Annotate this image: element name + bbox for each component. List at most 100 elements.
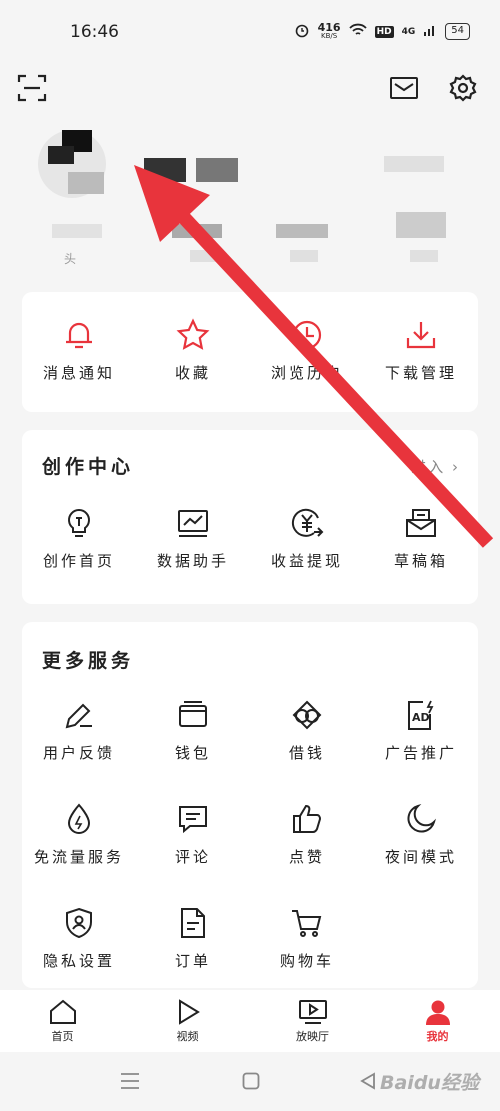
service-item-label: 夜间模式 [384, 848, 457, 866]
quick-item-history[interactable]: 浏览历史 [250, 318, 364, 383]
quick-item-notifications[interactable]: 消息通知 [22, 318, 136, 383]
drop-icon [67, 803, 91, 834]
creator-item-home[interactable]: 创作首页 [22, 506, 136, 571]
alarm-icon [294, 22, 310, 41]
service-item-night-mode[interactable]: 夜间模式 [364, 802, 478, 867]
status-time: 16:46 [70, 22, 119, 42]
service-item-likes[interactable]: 点赞 [250, 802, 364, 867]
pen-icon [65, 703, 92, 729]
back-icon[interactable] [360, 1072, 376, 1094]
service-item-cart[interactable]: 购物车 [250, 906, 364, 971]
home-nav-icon[interactable] [242, 1072, 260, 1094]
service-item-label: 订单 [174, 952, 211, 970]
top-bar [0, 66, 500, 110]
scan-icon[interactable] [16, 72, 48, 104]
signal-icon [423, 23, 437, 40]
download-icon [406, 322, 436, 349]
service-item-label: 隐私设置 [42, 952, 115, 970]
menu-icon[interactable] [120, 1072, 140, 1094]
home-icon [49, 999, 76, 1024]
yuan-icon [291, 508, 324, 537]
username[interactable] [144, 158, 186, 182]
creator-center-card: 创作中心 进入 › 创作首页 数据助手 收益提现 草稿箱 [22, 430, 478, 604]
more-services-card: 更多服务 用户反馈 钱包 借钱 AD 广告推广 免流量服务 评论 点赞 夜间模式… [22, 622, 478, 988]
tab-label: 放映厅 [296, 1029, 329, 1043]
wifi-icon [348, 23, 367, 40]
quick-item-favorites[interactable]: 收藏 [136, 318, 250, 383]
creator-item-label: 数据助手 [156, 552, 229, 570]
profile-link [384, 156, 444, 172]
battery-indicator: 54 [445, 23, 470, 40]
creator-enter-link[interactable]: 进入 › [411, 456, 460, 477]
quick-item-label: 收藏 [174, 364, 211, 382]
tab-label: 我的 [426, 1029, 449, 1043]
service-item-label: 借钱 [288, 744, 325, 762]
creator-item-label: 收益提现 [270, 552, 343, 570]
net-speed: 416 KB/S [317, 20, 341, 40]
creator-center-title: 创作中心 [42, 456, 135, 478]
service-item-label: 用户反馈 [42, 744, 115, 762]
service-item-comments[interactable]: 评论 [136, 802, 250, 867]
creator-item-data[interactable]: 数据助手 [136, 506, 250, 571]
stat-label [190, 250, 218, 262]
service-item-loan[interactable]: 借钱 [250, 698, 364, 763]
gear-icon[interactable] [447, 72, 479, 104]
quick-item-label: 浏览历史 [270, 364, 343, 382]
clock-icon [292, 320, 322, 350]
play-icon [178, 998, 200, 1025]
more-services-title: 更多服务 [42, 650, 135, 672]
mail-icon[interactable] [388, 72, 420, 104]
stat-value [172, 224, 222, 238]
draft-icon [406, 509, 436, 537]
service-item-privacy[interactable]: 隐私设置 [22, 906, 136, 971]
tab-home[interactable]: 首页 [0, 990, 125, 1052]
creator-item-label: 创作首页 [42, 552, 115, 570]
wallet-icon [179, 701, 207, 727]
status-bar: 16:46 416 KB/S HD 4G 54 [0, 0, 500, 66]
stat-value [52, 224, 102, 238]
service-item-ads[interactable]: AD 广告推广 [364, 698, 478, 763]
chevron-right-icon: › [452, 458, 460, 476]
stat-label [410, 250, 438, 262]
service-item-feedback[interactable]: 用户反馈 [22, 698, 136, 763]
creator-item-drafts[interactable]: 草稿箱 [364, 506, 478, 571]
service-item-label: 钱包 [174, 744, 211, 762]
order-icon [181, 908, 205, 938]
svg-text:AD: AD [412, 711, 430, 724]
system-nav-bar: Baidu经验 [0, 1052, 500, 1111]
quick-actions-grid: 消息通知 收藏 浏览历史 下载管理 [22, 292, 478, 383]
bottom-tab-bar: 首页 视频 放映厅 我的 [0, 990, 500, 1052]
service-item-orders[interactable]: 订单 [136, 906, 250, 971]
services-row-3: 隐私设置 订单 购物车 [22, 906, 364, 971]
quick-actions-card: 消息通知 收藏 浏览历史 下载管理 [22, 292, 478, 412]
service-item-wallet[interactable]: 钱包 [136, 698, 250, 763]
service-item-data-free[interactable]: 免流量服务 [22, 802, 136, 867]
service-item-label: 购物车 [279, 952, 334, 970]
creator-grid: 创作首页 数据助手 收益提现 草稿箱 [22, 506, 478, 571]
bulb-icon [68, 509, 90, 537]
cart-icon [292, 910, 322, 937]
hd-badge: HD [374, 25, 394, 38]
creator-item-label: 草稿箱 [393, 552, 448, 570]
username-part [196, 158, 238, 182]
stat-label [290, 250, 318, 262]
tab-theater[interactable]: 放映厅 [250, 990, 375, 1052]
profile-section[interactable]: 头 [0, 120, 500, 280]
services-row-2: 免流量服务 评论 点赞 夜间模式 [22, 802, 478, 867]
service-item-label: 点赞 [288, 848, 325, 866]
service-item-label: 广告推广 [384, 744, 457, 762]
moon-icon [407, 804, 436, 833]
service-item-label: 评论 [174, 848, 211, 866]
user-icon [425, 1000, 450, 1025]
signal-label: 4G [401, 26, 416, 37]
tab-video[interactable]: 视频 [125, 990, 250, 1052]
tab-mine[interactable]: 我的 [375, 990, 500, 1052]
creator-item-earnings[interactable]: 收益提现 [250, 506, 364, 571]
stat-value [276, 224, 328, 238]
stat-value [396, 212, 446, 238]
quick-item-downloads[interactable]: 下载管理 [364, 318, 478, 383]
loan-icon [292, 700, 322, 730]
quick-item-label: 下载管理 [384, 364, 457, 382]
thumb-icon [293, 804, 322, 833]
services-row-1: 用户反馈 钱包 借钱 AD 广告推广 [22, 698, 478, 763]
